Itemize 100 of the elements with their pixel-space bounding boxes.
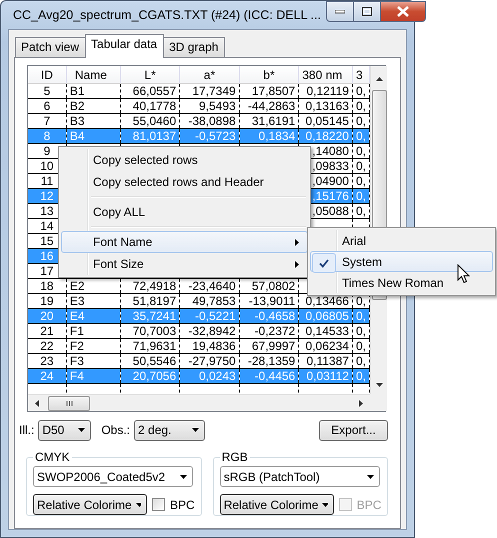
table-cell: 0,13466 bbox=[306, 294, 349, 308]
table-cell: 5 bbox=[44, 84, 50, 98]
bpc-label: BPC bbox=[356, 498, 382, 512]
bpc-label: BPC bbox=[170, 498, 195, 512]
table-cell: 70,7003 bbox=[132, 324, 176, 338]
table-cell: 19 bbox=[40, 294, 54, 308]
table-cell: 20,7056 bbox=[132, 369, 176, 382]
table-cell: F4 bbox=[70, 369, 84, 382]
table-cell: 10 bbox=[40, 159, 54, 172]
table-cell: 31,6191 bbox=[252, 114, 296, 128]
table-cell: 72,4918 bbox=[132, 279, 176, 292]
table-cell: F3 bbox=[70, 354, 84, 368]
table-cell: 81,0137 bbox=[132, 129, 176, 142]
table-cell: 0,1834 bbox=[258, 129, 296, 142]
table-cell: -28,1359 bbox=[248, 354, 296, 368]
table-cell: 51,8197 bbox=[132, 294, 176, 308]
table-cell: ,05088 bbox=[312, 204, 349, 218]
table-cell: 0,0243 bbox=[199, 369, 236, 382]
table-cell: 17,7349 bbox=[192, 84, 236, 98]
table-cell: 0, bbox=[356, 354, 366, 368]
table-cell: 6 bbox=[44, 99, 50, 112]
table-cell: 9 bbox=[44, 144, 50, 158]
table-cell: 0, bbox=[356, 339, 366, 352]
table-cell: 40,1778 bbox=[132, 99, 176, 112]
table-cell: -0,5723 bbox=[195, 129, 236, 142]
table-cell: 17 bbox=[40, 264, 54, 278]
group-title: RGB bbox=[220, 450, 249, 464]
table-cell: 22 bbox=[40, 339, 54, 352]
table-cell: 0,13163 bbox=[306, 99, 349, 112]
table-cell: ,15176 bbox=[312, 189, 349, 202]
table-cell: 0, bbox=[356, 114, 366, 128]
table-cell: 0, bbox=[356, 324, 366, 338]
table-cell: -27,9750 bbox=[188, 354, 236, 368]
table-cell: 66,0557 bbox=[132, 84, 176, 98]
table-cell: E3 bbox=[70, 294, 85, 308]
illuminant-label: Ill.: bbox=[19, 423, 34, 437]
table-cell: F2 bbox=[70, 339, 84, 352]
table-cell: 0,12119 bbox=[306, 84, 349, 98]
table-cell: 0, bbox=[356, 129, 366, 142]
table-cell: F1 bbox=[70, 324, 84, 338]
table-cell: 0, bbox=[356, 84, 366, 98]
table-cell: 0,05145 bbox=[306, 114, 349, 128]
table-cell: ,14080 bbox=[312, 144, 349, 158]
group-title: CMYK bbox=[34, 450, 71, 464]
table-cell: 0,06234 bbox=[306, 339, 349, 352]
table-cell: 12 bbox=[40, 189, 54, 202]
table-cell: -0,2372 bbox=[254, 324, 296, 338]
table-cell: 71,9631 bbox=[132, 339, 176, 352]
table-cell: -0,5221 bbox=[195, 309, 236, 322]
window-title: CC_Avg20_spectrum_CGATS.TXT (#24) (ICC: DELL ... bbox=[13, 8, 321, 22]
table-cell: E2 bbox=[70, 279, 85, 292]
table-cell: 24 bbox=[40, 369, 54, 382]
table-cell: 35,7241 bbox=[132, 309, 176, 322]
table-cell: 57,0802 bbox=[252, 279, 296, 292]
table-cell: 19,4836 bbox=[192, 339, 236, 352]
table-cell: 0,14533 bbox=[306, 324, 349, 338]
table-cell: 0, bbox=[356, 204, 366, 218]
table-cell: 0, bbox=[356, 189, 366, 202]
table-cell: 9,5493 bbox=[199, 99, 236, 112]
table-cell: 0, bbox=[356, 144, 366, 158]
table-cell: B2 bbox=[70, 99, 85, 112]
table-cell: 17,8507 bbox=[252, 84, 296, 98]
table-cell: 0, bbox=[356, 174, 366, 188]
table-cell: 49,7853 bbox=[192, 294, 236, 308]
table-cell: 7 bbox=[44, 114, 50, 128]
table-cell: 21 bbox=[40, 324, 54, 338]
table-cell: 0,03112 bbox=[306, 369, 349, 382]
table-cell: 55,0460 bbox=[132, 114, 176, 128]
table-cell: 0, bbox=[356, 309, 366, 322]
table-cell: -23,4640 bbox=[188, 279, 236, 292]
table-cell: 16 bbox=[40, 249, 54, 262]
table-cell: B4 bbox=[70, 129, 85, 142]
table-cell: 0,06805 bbox=[306, 309, 349, 322]
table-cell: 0,18220 bbox=[306, 129, 349, 142]
table-cell: 23 bbox=[40, 354, 54, 368]
table-cell: -0,4456 bbox=[254, 369, 296, 382]
table-cell: 13 bbox=[40, 204, 54, 218]
table-cell: 67,9997 bbox=[252, 339, 296, 352]
observer-label: Obs.: bbox=[101, 423, 130, 437]
table-cell: 8 bbox=[44, 129, 50, 142]
table-cell: 11 bbox=[40, 174, 54, 188]
table-cell: 0, bbox=[356, 99, 366, 112]
table-cell: 15 bbox=[40, 234, 54, 248]
table-cell: 18 bbox=[40, 279, 54, 292]
table-cell: ,09833 bbox=[312, 159, 349, 172]
table-cell: 14 bbox=[40, 219, 54, 232]
table-cell: -44,2863 bbox=[248, 99, 296, 112]
table-cell: 0, bbox=[356, 159, 366, 172]
table-cell: B1 bbox=[70, 84, 85, 98]
table-cell: 0, bbox=[356, 294, 366, 308]
table-cell: -0,4658 bbox=[254, 309, 296, 322]
table-cell: 0,11387 bbox=[306, 354, 349, 368]
table-cell: 50,5546 bbox=[132, 354, 176, 368]
table-cell: -32,8942 bbox=[188, 324, 236, 338]
table-cell: E4 bbox=[70, 309, 85, 322]
table-cell: -38,0898 bbox=[188, 114, 236, 128]
table-cell: -13,9011 bbox=[248, 294, 296, 308]
table-cell: 20 bbox=[40, 309, 54, 322]
table-cell: 0, bbox=[356, 369, 366, 382]
table-cell: B3 bbox=[70, 114, 85, 128]
